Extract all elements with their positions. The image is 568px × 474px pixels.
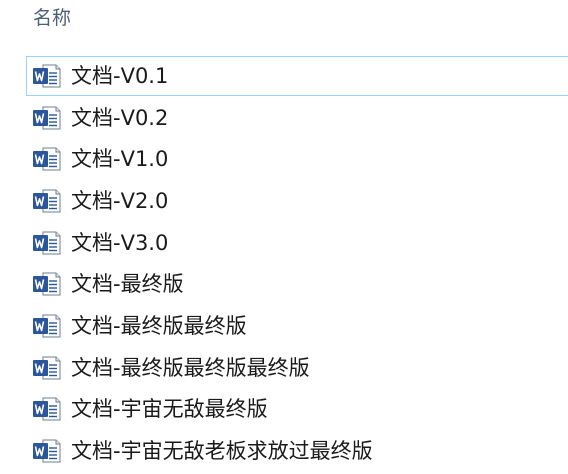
file-name: 文档-V0.2 [71, 105, 169, 130]
file-name: 文档-V0.1 [71, 63, 169, 88]
file-row[interactable]: 文档-宇宙无敌最终版 [0, 389, 568, 431]
file-list: 文档-V0.1 文档-V0.2 文档-V1.0 文档-V2.0 文档-V3.0 … [0, 55, 568, 472]
file-row[interactable]: 文档-V2.0 [0, 180, 568, 222]
file-row[interactable]: 文档-V1.0 [0, 138, 568, 180]
file-row[interactable]: 文档-最终版最终版最终版 [0, 347, 568, 389]
file-row[interactable]: 文档-V0.2 [0, 97, 568, 139]
word-doc-icon [33, 356, 61, 380]
word-doc-icon [33, 231, 61, 255]
file-name: 文档-V1.0 [71, 147, 169, 172]
file-row[interactable]: 文档-V3.0 [0, 222, 568, 264]
word-doc-icon [33, 314, 61, 338]
file-name: 文档-最终版 [71, 272, 184, 297]
file-name: 文档-宇宙无敌最终版 [71, 397, 268, 422]
file-row[interactable]: 文档-V0.1 [0, 55, 568, 97]
word-doc-icon [33, 106, 61, 130]
file-name: 文档-最终版最终版最终版 [71, 355, 310, 380]
word-doc-icon [33, 64, 61, 88]
word-doc-icon [33, 189, 61, 213]
word-doc-icon [33, 147, 61, 171]
file-name: 文档-V3.0 [71, 230, 169, 255]
file-explorer: 名称 文档-V0.1 文档-V0.2 文档-V1.0 文档-V2.0 文档-V3… [0, 0, 568, 474]
file-row[interactable]: 文档-最终版 [0, 263, 568, 305]
file-name: 文档-最终版最终版 [71, 313, 247, 338]
word-doc-icon [33, 272, 61, 296]
word-doc-icon [33, 397, 61, 421]
file-row[interactable]: 文档-最终版最终版 [0, 305, 568, 347]
file-name: 文档-宇宙无敌老板求放过最终版 [71, 439, 373, 464]
file-name: 文档-V2.0 [71, 188, 169, 213]
file-row[interactable]: 文档-宇宙无敌老板求放过最终版 [0, 430, 568, 472]
name-column-header[interactable]: 名称 [33, 4, 71, 32]
word-doc-icon [33, 439, 61, 463]
